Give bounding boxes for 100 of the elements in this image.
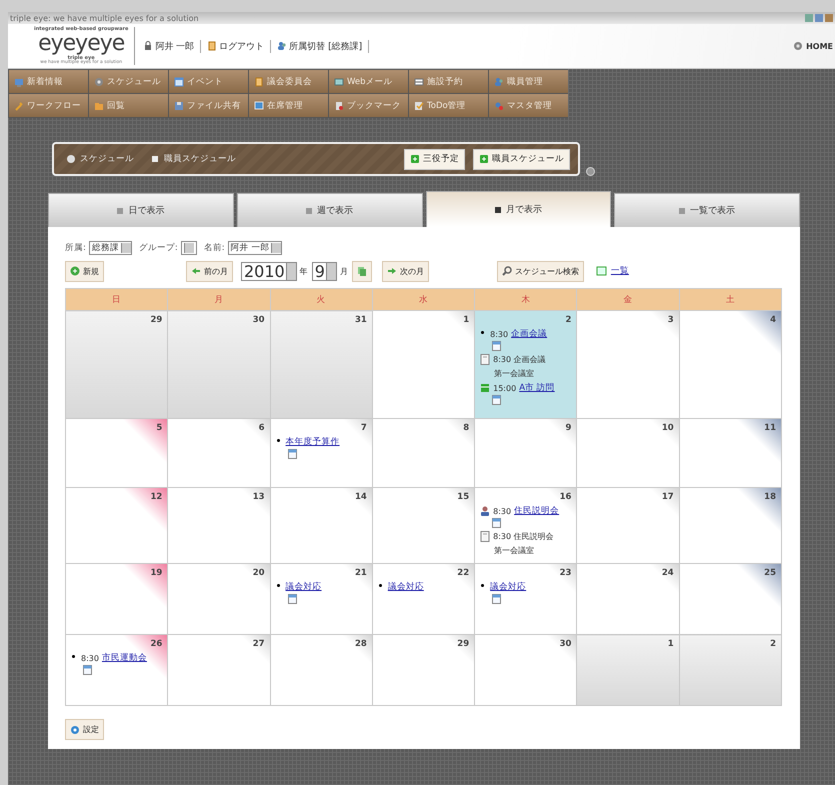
day-cell[interactable]: 7 本年度予算作 (270, 419, 372, 487)
calendar-icon[interactable] (288, 594, 297, 604)
event-time: 8:30 (490, 330, 508, 338)
event-link[interactable]: 企画会議 (511, 328, 548, 340)
filter-dropdown[interactable]: 総務課 (88, 241, 132, 255)
calendar-icon[interactable] (492, 395, 502, 405)
day-cell[interactable]: 15 (372, 488, 474, 563)
filter-dropdown[interactable] (180, 241, 197, 255)
lock-icon (143, 41, 154, 51)
document-icon (480, 531, 490, 542)
day-cell[interactable]: 4 (680, 311, 781, 418)
filter-dropdown[interactable]: 阿井 一郎 (228, 241, 282, 255)
day-cell[interactable]: 11 (680, 419, 781, 487)
search-icon (502, 266, 512, 276)
filter-label: 所属: (65, 242, 86, 254)
day-number: 13 (252, 492, 265, 502)
monitor-icon (254, 100, 264, 110)
day-cell[interactable]: 10 (577, 419, 679, 487)
day-cell[interactable]: 29 (66, 311, 168, 418)
day-cell[interactable]: 2 8:30 企画会議 8:30 企画会議 第一会議室 15:00 A市 訪問 (475, 311, 576, 418)
calendar-icon (174, 76, 184, 86)
table-icon (414, 76, 424, 86)
calendar-icon[interactable] (492, 341, 502, 351)
day-cell[interactable]: 12 (66, 488, 168, 563)
day-cell[interactable]: 6 (168, 419, 270, 487)
day-cell[interactable]: 13 (168, 488, 270, 563)
event-link[interactable]: 議会対応 (286, 581, 322, 593)
calendar-icon (480, 383, 490, 393)
day-cell[interactable]: 14 (270, 488, 372, 563)
panel-link[interactable]: スケジュール (80, 153, 134, 165)
list-link[interactable]: 一覧 (610, 265, 629, 277)
department-switch-link[interactable]: 所属切替 [総務課] (289, 40, 362, 52)
day-cell[interactable]: 29 (372, 635, 474, 705)
day-number: 25 (763, 568, 776, 578)
calendar-icon[interactable] (288, 449, 297, 459)
facility-booking: 8:30 住民説明会 (493, 531, 554, 542)
filter-label: 名前: (204, 242, 225, 254)
year-dropdown[interactable]: 2010 (241, 262, 297, 280)
user-name[interactable]: 阿井 一郎 (155, 40, 194, 52)
logout-link[interactable]: ログアウト (219, 40, 264, 52)
day-cell[interactable]: 22 議会対応 (372, 564, 474, 634)
day-cell[interactable]: 23 議会対応 (475, 564, 576, 634)
event-link[interactable]: 市民運動会 (102, 652, 147, 664)
day-cell[interactable]: 20 (168, 564, 270, 634)
day-cell[interactable]: 27 (168, 635, 270, 705)
calendar-icon[interactable] (492, 518, 502, 528)
day-cell[interactable]: 31 (270, 311, 372, 418)
day-cell[interactable]: 30 (168, 311, 270, 418)
day-cell[interactable]: 17 (577, 488, 679, 563)
day-cell[interactable]: 2 (680, 635, 781, 705)
day-number: 14 (354, 492, 367, 502)
day-cell[interactable]: 9 (475, 419, 576, 487)
room-name: 第一会議室 (493, 545, 536, 556)
day-cell[interactable]: 3 (577, 311, 679, 418)
wrench-icon (14, 100, 24, 110)
previous-month-button[interactable]: 前の月 (186, 260, 233, 282)
help-icon[interactable] (586, 167, 595, 176)
day-cell[interactable]: 1 (577, 635, 679, 705)
view-tab[interactable]: 月で表示 (426, 191, 612, 227)
schedule-search-button[interactable]: スケジュール検索 (496, 260, 584, 282)
day-cell[interactable]: 16 8:30 住民説明会 8:30 住民説明会 第一会議室 (475, 488, 576, 563)
schedule-button[interactable]: 職員スケジュール (473, 148, 570, 170)
day-cell[interactable]: 5 (66, 419, 168, 487)
day-cell[interactable]: 30 (475, 635, 576, 705)
schedule-button[interactable]: 三役予定 (404, 148, 465, 170)
day-cell[interactable]: 19 (66, 564, 168, 634)
event-link[interactable]: A市 訪問 (519, 382, 555, 394)
gear-icon (793, 41, 804, 51)
document-icon (480, 354, 490, 365)
panel-link[interactable]: 職員スケジュール (164, 153, 236, 165)
month-dropdown[interactable]: 9 (312, 262, 337, 280)
day-cell[interactable]: 25 (680, 564, 781, 634)
event-link[interactable]: 議会対応 (388, 581, 424, 593)
event-link[interactable]: 本年度予算作 (286, 436, 340, 448)
mail-icon (334, 76, 344, 86)
day-number: 29 (149, 315, 162, 325)
new-button[interactable]: 新規 (65, 260, 104, 282)
calendar-icon[interactable] (83, 665, 92, 675)
event-link[interactable]: 住民説明会 (514, 505, 560, 517)
day-cell[interactable]: 8 (372, 419, 474, 487)
view-tab[interactable]: 日で表示 (48, 193, 234, 227)
event-link[interactable]: 議会対応 (490, 581, 526, 593)
day-cell[interactable]: 28 (270, 635, 372, 705)
day-cell[interactable]: 21 議会対応 (270, 564, 372, 634)
document-icon (254, 76, 264, 86)
day-cell[interactable]: 18 (680, 488, 781, 563)
next-month-button[interactable]: 次の月 (382, 260, 429, 282)
facility-booking: 8:30 企画会議 (493, 354, 546, 365)
view-tab[interactable]: 一覧で表示 (614, 193, 800, 227)
day-cell[interactable]: 26 8:30 市民運動会 (66, 635, 168, 705)
day-number: 11 (763, 423, 776, 433)
view-tab[interactable]: 週で表示 (236, 193, 422, 227)
day-cell[interactable]: 1 (372, 311, 474, 418)
copy-button[interactable] (352, 260, 372, 282)
calendar-icon[interactable] (492, 594, 502, 604)
weekday-header: 月 (168, 288, 270, 310)
home-link[interactable]: HOME (806, 42, 833, 50)
bullet-icon (481, 330, 484, 334)
settings-button[interactable]: 設定 (65, 719, 104, 740)
day-cell[interactable]: 24 (577, 564, 679, 634)
